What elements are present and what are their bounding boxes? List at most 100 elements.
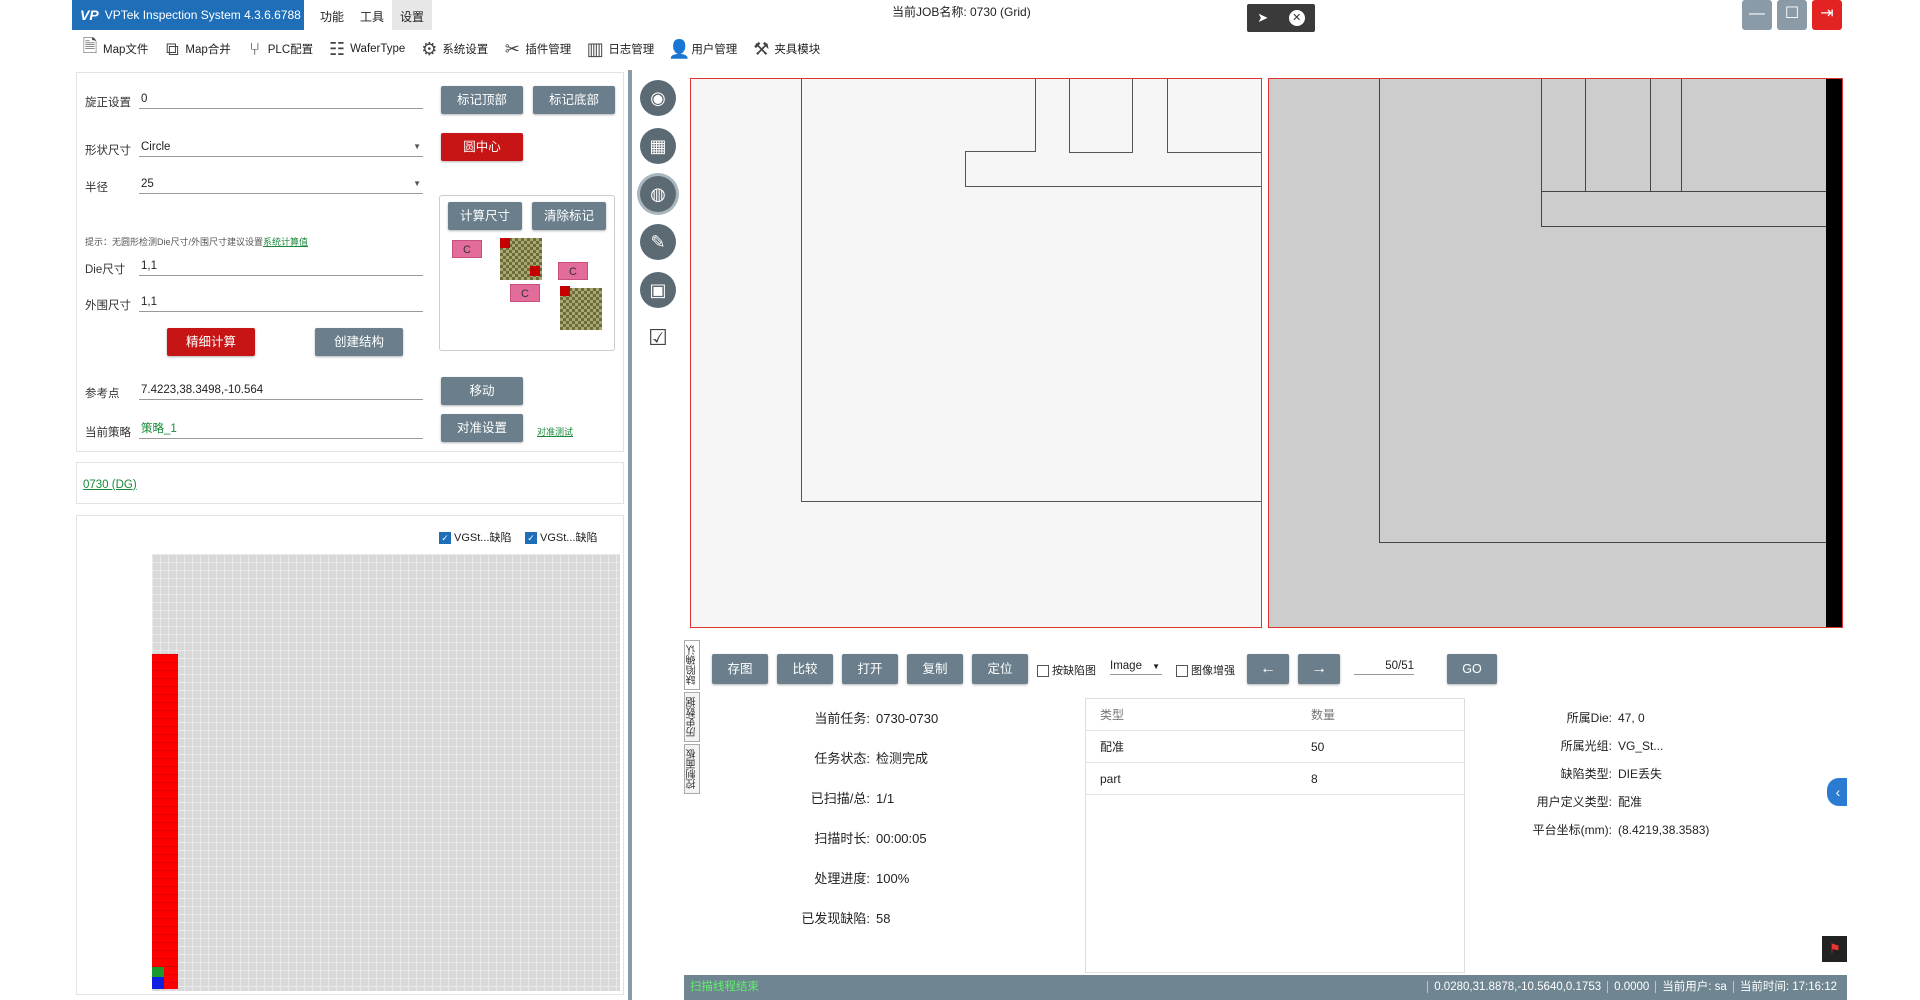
rotation-label: 旋正设置 bbox=[85, 97, 131, 109]
job-link[interactable]: 0730 (DG) bbox=[83, 479, 137, 491]
calc-size-button[interactable]: 计算尺寸 bbox=[448, 202, 522, 230]
image-line bbox=[1379, 79, 1380, 543]
selected-die[interactable] bbox=[152, 967, 164, 977]
die-size-label: Die尺寸 bbox=[85, 264, 126, 276]
menu-tools[interactable]: 工具 bbox=[352, 0, 392, 30]
move-button[interactable]: 移动 bbox=[441, 377, 523, 405]
align-test-link[interactable]: 对准测试 bbox=[537, 427, 573, 437]
camera-icon[interactable]: ◉ bbox=[640, 80, 676, 116]
hint-link[interactable]: 系统计算值 bbox=[263, 237, 308, 247]
detail-key: 平台坐标(mm): bbox=[1532, 823, 1612, 837]
table-row[interactable]: 配准 50 bbox=[1086, 731, 1464, 763]
app-logo: VP bbox=[80, 7, 99, 23]
exit-button[interactable]: ⇥ bbox=[1812, 0, 1842, 30]
merge-icon: ⧉ bbox=[165, 38, 179, 59]
mark-top-button[interactable]: 标记顶部 bbox=[441, 86, 523, 114]
status-message: 扫描线程结束 bbox=[690, 981, 759, 993]
ruler-icon[interactable]: ✎ bbox=[640, 224, 676, 260]
tab-history[interactable]: 历史数据 bbox=[684, 692, 700, 742]
open-button[interactable]: 打开 bbox=[842, 654, 898, 684]
image-source-select[interactable]: Image ▼ bbox=[1110, 660, 1162, 675]
cell-type: 配准 bbox=[1100, 740, 1125, 754]
rotation-field[interactable]: 0 bbox=[139, 89, 423, 109]
die-size-field[interactable]: 1,1 bbox=[139, 256, 423, 276]
table-row[interactable]: part 8 bbox=[1086, 763, 1464, 795]
tab-control-panel[interactable]: 控制面板 bbox=[684, 744, 700, 794]
document-icon: 🗎 bbox=[82, 36, 98, 56]
create-structure-button[interactable]: 创建结构 bbox=[315, 328, 403, 356]
page-indicator[interactable]: 50/51 bbox=[1354, 660, 1414, 675]
grid-icon[interactable]: ▦ bbox=[640, 128, 676, 164]
maximize-button[interactable]: ☐ bbox=[1777, 0, 1807, 30]
title-bar: VP VPTek Inspection System 4.3.6.6788 功能… bbox=[72, 0, 1847, 32]
checkbox-icon[interactable] bbox=[1037, 665, 1049, 678]
enhance-toggle[interactable]: 图像增强 bbox=[1176, 662, 1235, 678]
filter-label: VGSt...缺陷 bbox=[540, 532, 598, 544]
checkbox-icon[interactable]: ✓ bbox=[439, 532, 451, 545]
next-button[interactable]: → bbox=[1298, 654, 1340, 684]
shape-select[interactable]: Circle ▼ bbox=[139, 137, 423, 157]
menu-settings[interactable]: 设置 bbox=[392, 0, 433, 30]
wafer-map-grid[interactable] bbox=[152, 554, 620, 991]
clear-marks-button[interactable]: 清除标记 bbox=[532, 202, 606, 230]
locate-button[interactable]: 定位 bbox=[972, 654, 1028, 684]
toolbar-fixture[interactable]: ⚒ 夹具模块 bbox=[751, 39, 820, 60]
menu-function[interactable]: 功能 bbox=[312, 0, 352, 30]
column-type: 类型 bbox=[1100, 708, 1125, 722]
checkbox-icon[interactable]: ✓ bbox=[525, 532, 537, 545]
info-key: 任务状态: bbox=[814, 751, 870, 766]
toolbar-map-merge[interactable]: ⧉ Map合并 bbox=[162, 38, 231, 60]
toolbar-users[interactable]: 👤 用户管理 bbox=[668, 39, 737, 60]
save-image-button[interactable]: 存图 bbox=[712, 654, 768, 684]
ref-point-field[interactable]: 7.4223,38.3498,-10.564 bbox=[139, 380, 423, 400]
fine-calc-button[interactable]: 精细计算 bbox=[167, 328, 255, 356]
checklist-icon[interactable]: ☑ bbox=[640, 320, 676, 356]
circle-center-button[interactable]: 圆中心 bbox=[441, 133, 523, 161]
toolbar-plc[interactable]: ⑂ PLC配置 bbox=[245, 39, 313, 60]
info-value: 1/1 bbox=[876, 791, 895, 806]
current-die[interactable] bbox=[152, 977, 164, 989]
job-name: 当前JOB名称: 0730 (Grid) bbox=[892, 5, 1031, 19]
wafer-icon[interactable]: ◍ bbox=[640, 176, 676, 212]
inspection-image-panel[interactable] bbox=[1268, 78, 1843, 628]
defect-filter-2[interactable]: ✓ VGSt...缺陷 bbox=[525, 529, 597, 545]
strategy-field[interactable]: 策略_1 bbox=[139, 419, 423, 439]
toolbar-wafer-type[interactable]: ☷ WaferType bbox=[327, 39, 405, 60]
detail-key: 用户定义类型: bbox=[1536, 795, 1612, 809]
checkbox-icon[interactable] bbox=[1176, 665, 1188, 678]
toolbar-plugins[interactable]: ✂ 插件管理 bbox=[502, 39, 572, 60]
reference-image-panel[interactable] bbox=[690, 78, 1262, 628]
tab-defect-confirm[interactable]: 缺陷确认 bbox=[684, 640, 700, 690]
image-chart-icon[interactable]: ▣ bbox=[640, 272, 676, 308]
align-settings-button[interactable]: 对准设置 bbox=[441, 414, 523, 442]
anchor-point bbox=[530, 266, 540, 276]
by-defect-toggle[interactable]: 按缺陷图 bbox=[1037, 662, 1096, 678]
copy-button[interactable]: 复制 bbox=[907, 654, 963, 684]
cursor-overlay[interactable]: ➤ ✕ bbox=[1247, 4, 1315, 32]
info-scanned: 已扫描/总: 1/1 bbox=[770, 788, 894, 807]
mark-bottom-button[interactable]: 标记底部 bbox=[533, 86, 615, 114]
toolbar-label: WaferType bbox=[350, 43, 406, 55]
toolbar-map-file[interactable]: 🗎 Map文件 bbox=[80, 34, 149, 64]
toolbar-system-settings[interactable]: ⚙ 系统设置 bbox=[419, 39, 488, 60]
panel-splitter[interactable] bbox=[628, 70, 632, 1000]
prev-button[interactable]: ← bbox=[1247, 654, 1289, 684]
defect-filter-1[interactable]: ✓ VGSt...缺陷 bbox=[439, 529, 511, 545]
fixture-icon: ⚒ bbox=[753, 38, 770, 59]
go-button[interactable]: GO bbox=[1447, 654, 1497, 684]
toolbar-label: Map合并 bbox=[185, 44, 231, 56]
pointer-icon[interactable]: ➤ bbox=[1257, 10, 1268, 26]
outer-size-field[interactable]: 1,1 bbox=[139, 292, 423, 312]
anchor-point bbox=[560, 286, 570, 296]
radius-select[interactable]: 25 ▼ bbox=[139, 174, 423, 194]
compare-button[interactable]: 比较 bbox=[777, 654, 833, 684]
defect-summary-table: 类型 数量 配准 50 part 8 bbox=[1085, 698, 1465, 973]
close-overlay-icon[interactable]: ✕ bbox=[1288, 10, 1305, 26]
flag-icon[interactable]: ⚑ bbox=[1822, 936, 1847, 962]
defect-column[interactable] bbox=[152, 654, 178, 989]
chevron-left-icon[interactable]: ‹ bbox=[1827, 778, 1847, 806]
toolbar-logs[interactable]: ▥ 日志管理 bbox=[585, 39, 655, 60]
ref-point-label: 参考点 bbox=[85, 388, 120, 400]
cell-count: 50 bbox=[1311, 740, 1325, 754]
minimize-button[interactable]: — bbox=[1742, 0, 1772, 30]
